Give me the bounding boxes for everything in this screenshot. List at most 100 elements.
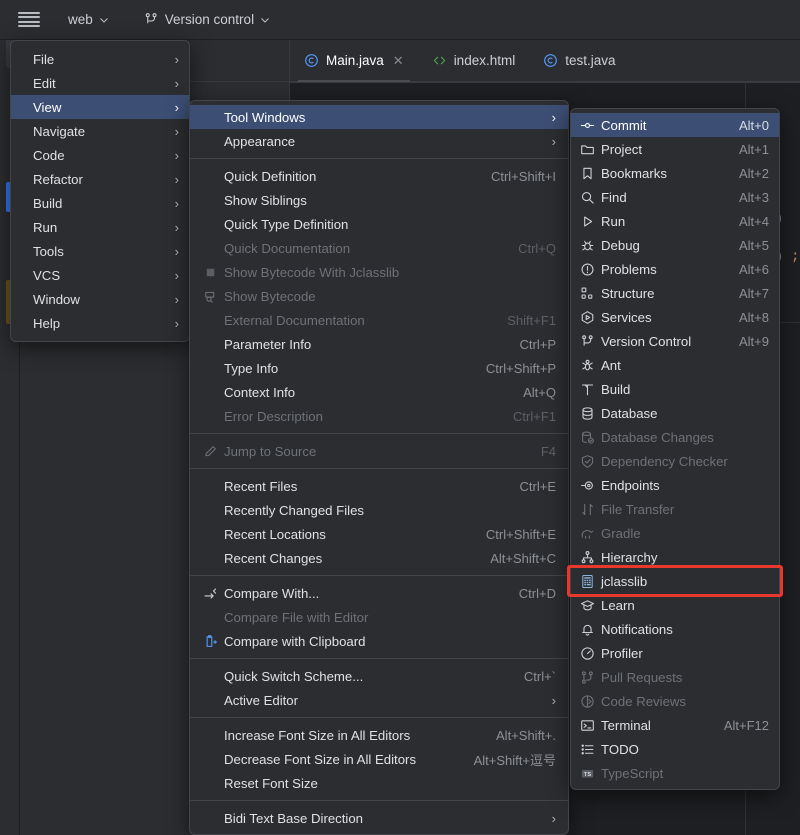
menu-icon-placeholder <box>202 312 218 328</box>
tool-window-item-database-changes: Database Changes <box>571 425 779 449</box>
menu-separator <box>190 575 568 576</box>
menu-item-navigate[interactable]: Navigate › <box>11 119 189 143</box>
menu-item-shortcut: Ctrl+Shift+P <box>485 360 556 376</box>
menu-item-label: Build <box>601 381 631 397</box>
view-menu-item-recent-locations[interactable]: Recent Locations Ctrl+Shift+E <box>190 522 568 546</box>
chevron-right-icon: › <box>174 291 179 307</box>
view-menu-item-context-info[interactable]: Context Info Alt+Q <box>190 380 568 404</box>
commit-icon <box>579 117 595 133</box>
menu-item-label: Code Reviews <box>601 693 687 709</box>
menu-item-label: File Transfer <box>601 501 675 517</box>
menu-item-label: Appearance <box>224 133 296 149</box>
java-class-icon <box>543 53 558 68</box>
tool-windows-submenu-popup[interactable]: Commit Alt+0 Project Alt+1 Bookmarks Alt+2 Fin… <box>570 108 780 790</box>
menu-item-build[interactable]: Build › <box>11 191 189 215</box>
close-icon[interactable]: ✕ <box>393 53 404 69</box>
view-menu-item-quick-type-definition[interactable]: Quick Type Definition <box>190 212 568 236</box>
view-menu-item-compare-with[interactable]: Compare With... Ctrl+D <box>190 581 568 605</box>
menu-item-code[interactable]: Code › <box>11 143 189 167</box>
menu-item-refactor[interactable]: Refactor › <box>11 167 189 191</box>
view-menu-item-tool-windows[interactable]: Tool Windows › <box>190 105 568 129</box>
main-menu-popup[interactable]: File › Edit › View › Navigate › Code › Refact… <box>10 40 190 342</box>
tab-label: Main.java <box>326 53 384 68</box>
menu-item-label: Show Bytecode <box>224 288 316 304</box>
tool-window-item-todo[interactable]: TODO <box>571 737 779 761</box>
tool-window-item-project[interactable]: Project Alt+1 <box>571 137 779 161</box>
menu-icon-placeholder <box>202 384 218 400</box>
menu-item-label: Problems <box>601 261 657 277</box>
menu-item-vcs[interactable]: VCS › <box>11 263 189 287</box>
view-menu-item-recent-changes[interactable]: Recent Changes Alt+Shift+C <box>190 546 568 570</box>
menu-item-shortcut: Ctrl+` <box>523 668 556 684</box>
view-menu-item-active-editor[interactable]: Active Editor › <box>190 688 568 712</box>
menu-icon-placeholder <box>202 192 218 208</box>
pencil-icon <box>202 443 218 459</box>
tool-window-item-database[interactable]: Database <box>571 401 779 425</box>
tool-window-item-run[interactable]: Run Alt+4 <box>571 209 779 233</box>
menu-item-label: Compare File with Editor <box>224 609 369 625</box>
editor-tab-test-java[interactable]: test.java <box>529 40 629 82</box>
view-menu-item-parameter-info[interactable]: Parameter Info Ctrl+P <box>190 332 568 356</box>
project-name-label: web <box>68 12 93 27</box>
view-submenu-popup[interactable]: Tool Windows › Appearance › Quick Definition… <box>189 100 569 835</box>
bookmark-icon <box>579 165 595 181</box>
view-menu-item-reset-font-size[interactable]: Reset Font Size <box>190 771 568 795</box>
view-menu-item-bidi-text-base-direction[interactable]: Bidi Text Base Direction › <box>190 806 568 830</box>
tool-window-item-commit[interactable]: Commit Alt+0 <box>571 113 779 137</box>
tool-window-item-find[interactable]: Find Alt+3 <box>571 185 779 209</box>
tool-window-item-learn[interactable]: Learn <box>571 593 779 617</box>
view-menu-item-quick-definition[interactable]: Quick Definition Ctrl+Shift+I <box>190 164 568 188</box>
version-control-widget[interactable]: Version control <box>136 7 277 33</box>
view-menu-item-increase-font-size-in-all-editors[interactable]: Increase Font Size in All Editors Alt+Shi… <box>190 723 568 747</box>
tool-window-item-notifications[interactable]: Notifications <box>571 617 779 641</box>
editor-tab-main-java[interactable]: Main.java ✕ <box>290 40 418 82</box>
view-menu-item-decrease-font-size-in-all-editors[interactable]: Decrease Font Size in All Editors Alt+Shi… <box>190 747 568 771</box>
menu-item-file[interactable]: File › <box>11 47 189 71</box>
tool-window-item-endpoints[interactable]: Endpoints <box>571 473 779 497</box>
menu-item-shortcut: Alt+Shift+C <box>490 550 556 566</box>
menu-item-edit[interactable]: Edit › <box>11 71 189 95</box>
tool-window-item-structure[interactable]: Structure Alt+7 <box>571 281 779 305</box>
tool-window-item-services[interactable]: Services Alt+8 <box>571 305 779 329</box>
menu-item-label: Quick Documentation <box>224 240 351 256</box>
menu-item-label: Quick Switch Scheme... <box>224 668 364 684</box>
tool-window-item-version-control[interactable]: Version Control Alt+9 <box>571 329 779 353</box>
view-menu-item-recently-changed-files[interactable]: Recently Changed Files <box>190 498 568 522</box>
tool-window-item-bookmarks[interactable]: Bookmarks Alt+2 <box>571 161 779 185</box>
ant-icon <box>579 357 595 373</box>
menu-icon-placeholder <box>202 692 218 708</box>
view-menu-item-type-info[interactable]: Type Info Ctrl+Shift+P <box>190 356 568 380</box>
tool-window-item-gradle: Gradle <box>571 521 779 545</box>
menu-item-view[interactable]: View › <box>11 95 189 119</box>
tool-window-item-problems[interactable]: Problems Alt+6 <box>571 257 779 281</box>
menu-item-label: Commit <box>601 117 647 133</box>
menu-icon-placeholder <box>202 526 218 542</box>
tool-window-item-debug[interactable]: Debug Alt+5 <box>571 233 779 257</box>
view-menu-item-quick-switch-scheme[interactable]: Quick Switch Scheme... Ctrl+` <box>190 664 568 688</box>
branch-icon <box>579 333 595 349</box>
project-selector[interactable]: web <box>60 7 116 33</box>
todo-list-icon <box>579 741 595 757</box>
tool-window-item-jclasslib[interactable]: jclasslib <box>571 569 779 593</box>
chevron-right-icon: › <box>174 99 179 115</box>
view-menu-item-show-siblings[interactable]: Show Siblings <box>190 188 568 212</box>
tool-window-item-hierarchy[interactable]: Hierarchy <box>571 545 779 569</box>
view-menu-item-error-description: Error Description Ctrl+F1 <box>190 404 568 428</box>
menu-item-label: Bidi Text Base Direction <box>224 810 364 826</box>
view-menu-item-appearance[interactable]: Appearance › <box>190 129 568 153</box>
menu-item-window[interactable]: Window › <box>11 287 189 311</box>
tool-window-item-profiler[interactable]: Profiler <box>571 641 779 665</box>
view-menu-item-compare-with-clipboard[interactable]: Compare with Clipboard <box>190 629 568 653</box>
main-menu-icon[interactable] <box>18 11 40 28</box>
tool-window-item-build[interactable]: Build <box>571 377 779 401</box>
menu-item-tools[interactable]: Tools › <box>11 239 189 263</box>
menu-item-label: Ant <box>601 357 621 373</box>
menu-item-run[interactable]: Run › <box>11 215 189 239</box>
menu-item-help[interactable]: Help › <box>11 311 189 335</box>
view-menu-item-recent-files[interactable]: Recent Files Ctrl+E <box>190 474 568 498</box>
menu-item-shortcut: Alt+6 <box>739 261 769 277</box>
tool-window-item-terminal[interactable]: Terminal Alt+F12 <box>571 713 779 737</box>
menu-item-label: Profiler <box>601 645 643 661</box>
tool-window-item-ant[interactable]: Ant <box>571 353 779 377</box>
editor-tab-index-html[interactable]: index.html <box>418 40 530 82</box>
